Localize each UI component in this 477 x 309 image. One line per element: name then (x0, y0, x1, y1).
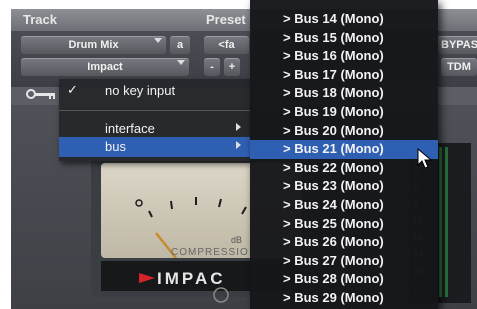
bus-menu-item[interactable]: > Bus 18 (Mono) (250, 84, 438, 103)
bus-menu-item[interactable]: > Bus 26 (Mono) (250, 233, 438, 252)
menu-item-interface[interactable]: interface (59, 119, 251, 139)
bus-menu-item-label: > Bus 28 (Mono) (283, 271, 384, 287)
bus-menu-item-label: > Bus 26 (Mono) (283, 234, 384, 250)
bus-menu-item[interactable]: > Bus 20 (Mono) (250, 122, 438, 141)
bus-menu-item-label: > Bus 29 (Mono) (283, 290, 384, 305)
bus-menu-item[interactable]: > Bus 14 (Mono) (250, 10, 438, 29)
bus-menu-item[interactable]: > Bus 24 (Mono) (250, 196, 438, 215)
bus-menu-item-label: > Bus 19 (Mono) (283, 104, 384, 119)
bus-menu-item[interactable]: > Bus 25 (Mono) (250, 215, 438, 234)
mouse-cursor-icon (417, 148, 433, 169)
preset-field[interactable]: <fa (204, 36, 249, 54)
meter-bar-right (445, 147, 448, 297)
checkmark-icon: ✓ (67, 82, 78, 97)
bus-menu-item[interactable]: > Bus 29 (Mono) (250, 289, 438, 308)
bus-menu-item[interactable]: > Bus 19 (Mono) (250, 103, 438, 122)
bus-menu-item-label: > Bus 16 (Mono) (283, 48, 384, 64)
logo-arrow-icon (139, 273, 155, 283)
db-label: dB (231, 235, 242, 245)
menu-item-label: bus (105, 139, 126, 154)
plugin-name: Impact (87, 61, 123, 73)
track-label: Track (23, 12, 57, 27)
power-icon (213, 287, 229, 303)
bus-menu-item[interactable]: > Bus 23 (Mono) (250, 177, 438, 196)
chevron-right-icon (236, 123, 241, 131)
key-icon[interactable] (25, 87, 59, 101)
bus-menu-item-label: > Bus 20 (Mono) (283, 122, 384, 138)
bus-menu-item-label: > Bus 25 (Mono) (283, 215, 384, 231)
bus-menu-item-label: > Bus 24 (Mono) (283, 197, 384, 212)
bus-menu-item-label: > Bus 18 (Mono) (283, 85, 384, 101)
track-selector[interactable]: Drum Mix (21, 36, 166, 54)
track-tag-button[interactable]: a (170, 36, 190, 54)
preset-label: Preset (206, 12, 246, 27)
bus-menu-item-label: > Bus 23 (Mono) (283, 178, 384, 194)
bus-submenu: > Bus 14 (Mono) > Bus 15 (Mono) > Bus 16 (… (250, 0, 438, 309)
bus-menu-item-label: > Bus 17 (Mono) (283, 66, 384, 82)
meter-bar-left (439, 147, 442, 297)
chevron-right-icon (236, 141, 241, 149)
bus-menu-item-label: > Bus 15 (Mono) (283, 29, 384, 45)
preset-plus-button[interactable]: + (224, 58, 240, 76)
bus-menu-item[interactable]: > Bus 28 (Mono) (250, 270, 438, 289)
bus-menu-item-label: > Bus 22 (Mono) (283, 159, 384, 175)
menu-item-no-key-input[interactable]: ✓ no key input (59, 81, 251, 101)
menu-item-label: interface (105, 121, 155, 136)
bus-menu-item[interactable]: > Bus 22 (Mono) (250, 159, 438, 178)
menu-divider (59, 110, 251, 111)
bus-menu-item-label: > Bus 14 (Mono) (283, 11, 384, 26)
bus-menu-item[interactable]: > Bus 27 (Mono) (250, 252, 438, 271)
key-input-menu: ✓ no key input interface bus (59, 79, 251, 161)
bus-menu-item-label: > Bus 27 (Mono) (283, 252, 384, 268)
tdm-button[interactable]: TDM (441, 58, 477, 76)
menu-item-label: no key input (105, 83, 176, 98)
bus-menu-item[interactable]: > Bus 17 (Mono) (250, 66, 438, 85)
menu-item-bus[interactable]: bus (59, 137, 251, 157)
key-input-row[interactable] (25, 87, 59, 103)
track-name: Drum Mix (68, 39, 119, 51)
bus-menu-item[interactable]: > Bus 21 (Mono) (250, 140, 438, 160)
preset-minus-button[interactable]: - (204, 58, 220, 76)
bus-menu-item[interactable]: > Bus 16 (Mono) (250, 47, 438, 66)
chevron-down-icon (177, 60, 185, 65)
bus-menu-item-label: > Bus 21 (Mono) (283, 141, 384, 157)
bus-menu-item[interactable]: > Bus 15 (Mono) (250, 29, 438, 48)
chevron-down-icon (154, 38, 162, 43)
plugin-selector[interactable]: Impact (21, 58, 189, 76)
compression-label: COMPRESSIO (171, 247, 249, 258)
bypass-button[interactable]: BYPAS (437, 36, 477, 54)
